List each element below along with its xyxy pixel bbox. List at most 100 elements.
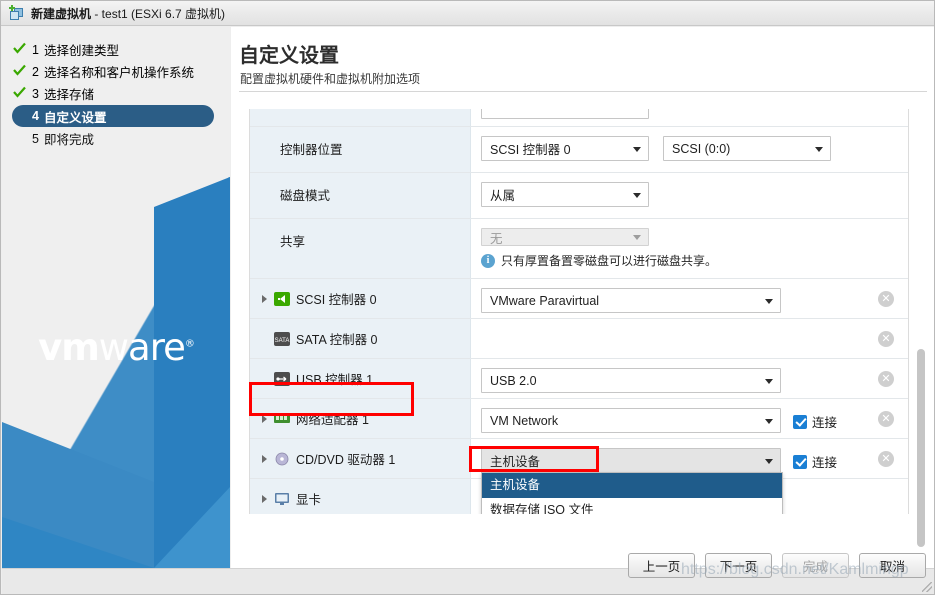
scsi-controller-icon [274, 292, 290, 306]
window-title-bold: 新建虚拟机 [31, 7, 91, 21]
table-row-cd-dvd-drive: CD/DVD 驱动器 1 主机设备 连接 ✕ 主机设备 数据存储 ISO 文件 [250, 439, 908, 479]
remove-circle-icon[interactable]: ✕ [878, 331, 894, 347]
new-vm-icon [8, 5, 25, 22]
device-label-cell[interactable]: SCSI 控制器 0 [250, 279, 471, 318]
check-icon [13, 42, 26, 55]
scsi-type-select[interactable]: VMware Paravirtual [481, 288, 781, 313]
expand-arrow-icon[interactable] [262, 415, 267, 423]
expand-arrow-icon[interactable] [262, 455, 267, 463]
device-label-cell[interactable]: 网络适配器 1 [250, 399, 471, 438]
cd-dvd-connect-label: 连接 [812, 452, 837, 471]
device-label-cell[interactable]: 显卡 [250, 479, 471, 514]
network-adapter-icon [274, 412, 290, 426]
cd-dvd-connect-checkbox[interactable]: 连接 [793, 452, 837, 471]
table-row-usb-controller: USB 控制器 1 USB 2.0 ✕ [250, 359, 908, 399]
sharing-info-note: i 只有厚置备置零磁盘可以进行磁盘共享。 [481, 252, 717, 269]
expand-arrow-icon[interactable] [262, 495, 267, 503]
window-title-rest: - test1 (ESXi 6.7 虚拟机) [91, 7, 225, 21]
disk-mode-select[interactable]: 从属 [481, 182, 649, 207]
dropdown-option-datastore-iso[interactable]: 数据存储 ISO 文件 [482, 498, 782, 514]
device-label: 网络适配器 1 [296, 409, 369, 428]
chevron-down-icon [633, 147, 641, 152]
sharing-select: 无 [481, 228, 649, 246]
checkbox-checked-icon [793, 455, 807, 469]
device-label: SCSI 控制器 0 [296, 289, 377, 308]
step-number: 3 [32, 87, 39, 101]
logo-registered: ® [185, 339, 194, 350]
check-icon [13, 64, 26, 77]
step-number: 2 [32, 65, 39, 79]
cd-dvd-drive-icon [274, 452, 290, 466]
remove-circle-icon[interactable]: ✕ [878, 371, 894, 387]
scrollbar-thumb[interactable] [917, 349, 925, 547]
cd-dvd-source-value: 主机设备 [490, 451, 540, 470]
sidebar-step-1[interactable]: 1 选择创建类型 [12, 39, 230, 60]
info-icon: i [481, 254, 495, 268]
resize-handle[interactable] [922, 582, 932, 592]
device-label: SATA 控制器 0 [296, 329, 378, 348]
finish-button: 完成 [782, 553, 849, 578]
table-row-partial [250, 109, 908, 127]
page-subtitle: 配置虚拟机硬件和虚拟机附加选项 [240, 70, 420, 87]
chevron-down-icon [815, 147, 823, 152]
checkbox-checked-icon [793, 415, 807, 429]
remove-circle-icon[interactable]: ✕ [878, 411, 894, 427]
network-select[interactable]: VM Network [481, 408, 781, 433]
step-number: 4 [32, 109, 39, 123]
controller-select-value: SCSI 控制器 0 [490, 139, 571, 158]
check-icon [13, 86, 26, 99]
sidebar-step-5[interactable]: 5 即将完成 [12, 128, 230, 149]
controller-select[interactable]: SCSI 控制器 0 [481, 136, 649, 161]
sata-controller-icon: SATA [274, 332, 290, 346]
partial-field[interactable] [481, 109, 649, 119]
table-row-sharing: 共享 无 i 只有厚置备置零磁盘可以进行磁盘共享。 [250, 219, 908, 279]
network-connect-label: 连接 [812, 412, 837, 431]
cd-dvd-source-dropdown[interactable]: 主机设备 数据存储 ISO 文件 [481, 472, 783, 514]
network-select-value: VM Network [490, 414, 558, 428]
sidebar-step-4[interactable]: 4 自定义设置 [12, 105, 214, 127]
step-number: 1 [32, 43, 39, 57]
wizard-buttons: 上一页 下一页 完成 取消 [628, 553, 926, 578]
table-row-disk-mode: 磁盘模式 从属 [250, 173, 908, 219]
row-label: 控制器位置 [250, 127, 471, 172]
logo-ware: ware [99, 326, 185, 369]
vmware-branding-panel: vmware® [2, 177, 230, 568]
chevron-down-icon [765, 379, 773, 384]
wizard-content: 自定义设置 配置虚拟机硬件和虚拟机附加选项 控制器位置 SCSI 控制器 0 [231, 27, 935, 568]
cd-dvd-source-select[interactable]: 主机设备 [481, 448, 781, 473]
sharing-info-text: 只有厚置备置零磁盘可以进行磁盘共享。 [501, 252, 717, 269]
vmware-logo: vmware® [2, 329, 230, 366]
device-label-cell[interactable]: USB 控制器 1 [250, 359, 471, 398]
dropdown-option-host-device[interactable]: 主机设备 [482, 473, 782, 498]
remove-circle-icon[interactable]: ✕ [878, 451, 894, 467]
device-label-cell[interactable]: SATA SATA 控制器 0 [250, 319, 471, 358]
scsi-type-value: VMware Paravirtual [490, 294, 599, 308]
row-label: 共享 [250, 219, 471, 278]
sidebar-step-2[interactable]: 2 选择名称和客户机操作系统 [12, 61, 230, 82]
table-row-controller-location: 控制器位置 SCSI 控制器 0 SCSI (0:0) [250, 127, 908, 173]
expand-arrow-icon[interactable] [262, 295, 267, 303]
device-label: USB 控制器 1 [296, 369, 373, 388]
step-label: 选择存储 [44, 84, 94, 103]
usb-version-select[interactable]: USB 2.0 [481, 368, 781, 393]
cancel-button[interactable]: 取消 [859, 553, 926, 578]
vertical-scrollbar[interactable] [915, 109, 927, 514]
page-title: 自定义设置 [239, 39, 339, 68]
video-card-icon [274, 492, 290, 506]
logo-vm: vm [38, 326, 99, 369]
network-connect-checkbox[interactable]: 连接 [793, 412, 837, 431]
hardware-settings-panel: 控制器位置 SCSI 控制器 0 SCSI (0:0) 磁盘模式 [249, 109, 909, 514]
step-label: 选择创建类型 [44, 40, 119, 59]
sidebar-step-3[interactable]: 3 选择存储 [12, 83, 230, 104]
back-button[interactable]: 上一页 [628, 553, 695, 578]
device-label-cell[interactable]: CD/DVD 驱动器 1 [250, 439, 471, 478]
controller-node-select-value: SCSI (0:0) [672, 142, 730, 156]
controller-node-select[interactable]: SCSI (0:0) [663, 136, 831, 161]
remove-circle-icon[interactable]: ✕ [878, 291, 894, 307]
table-row-network-adapter: 网络适配器 1 VM Network 连接 ✕ [250, 399, 908, 439]
disk-mode-select-value: 从属 [490, 185, 515, 204]
usb-controller-icon [274, 372, 290, 386]
step-label: 选择名称和客户机操作系统 [44, 62, 194, 81]
next-button[interactable]: 下一页 [705, 553, 772, 578]
chevron-down-icon [765, 299, 773, 304]
